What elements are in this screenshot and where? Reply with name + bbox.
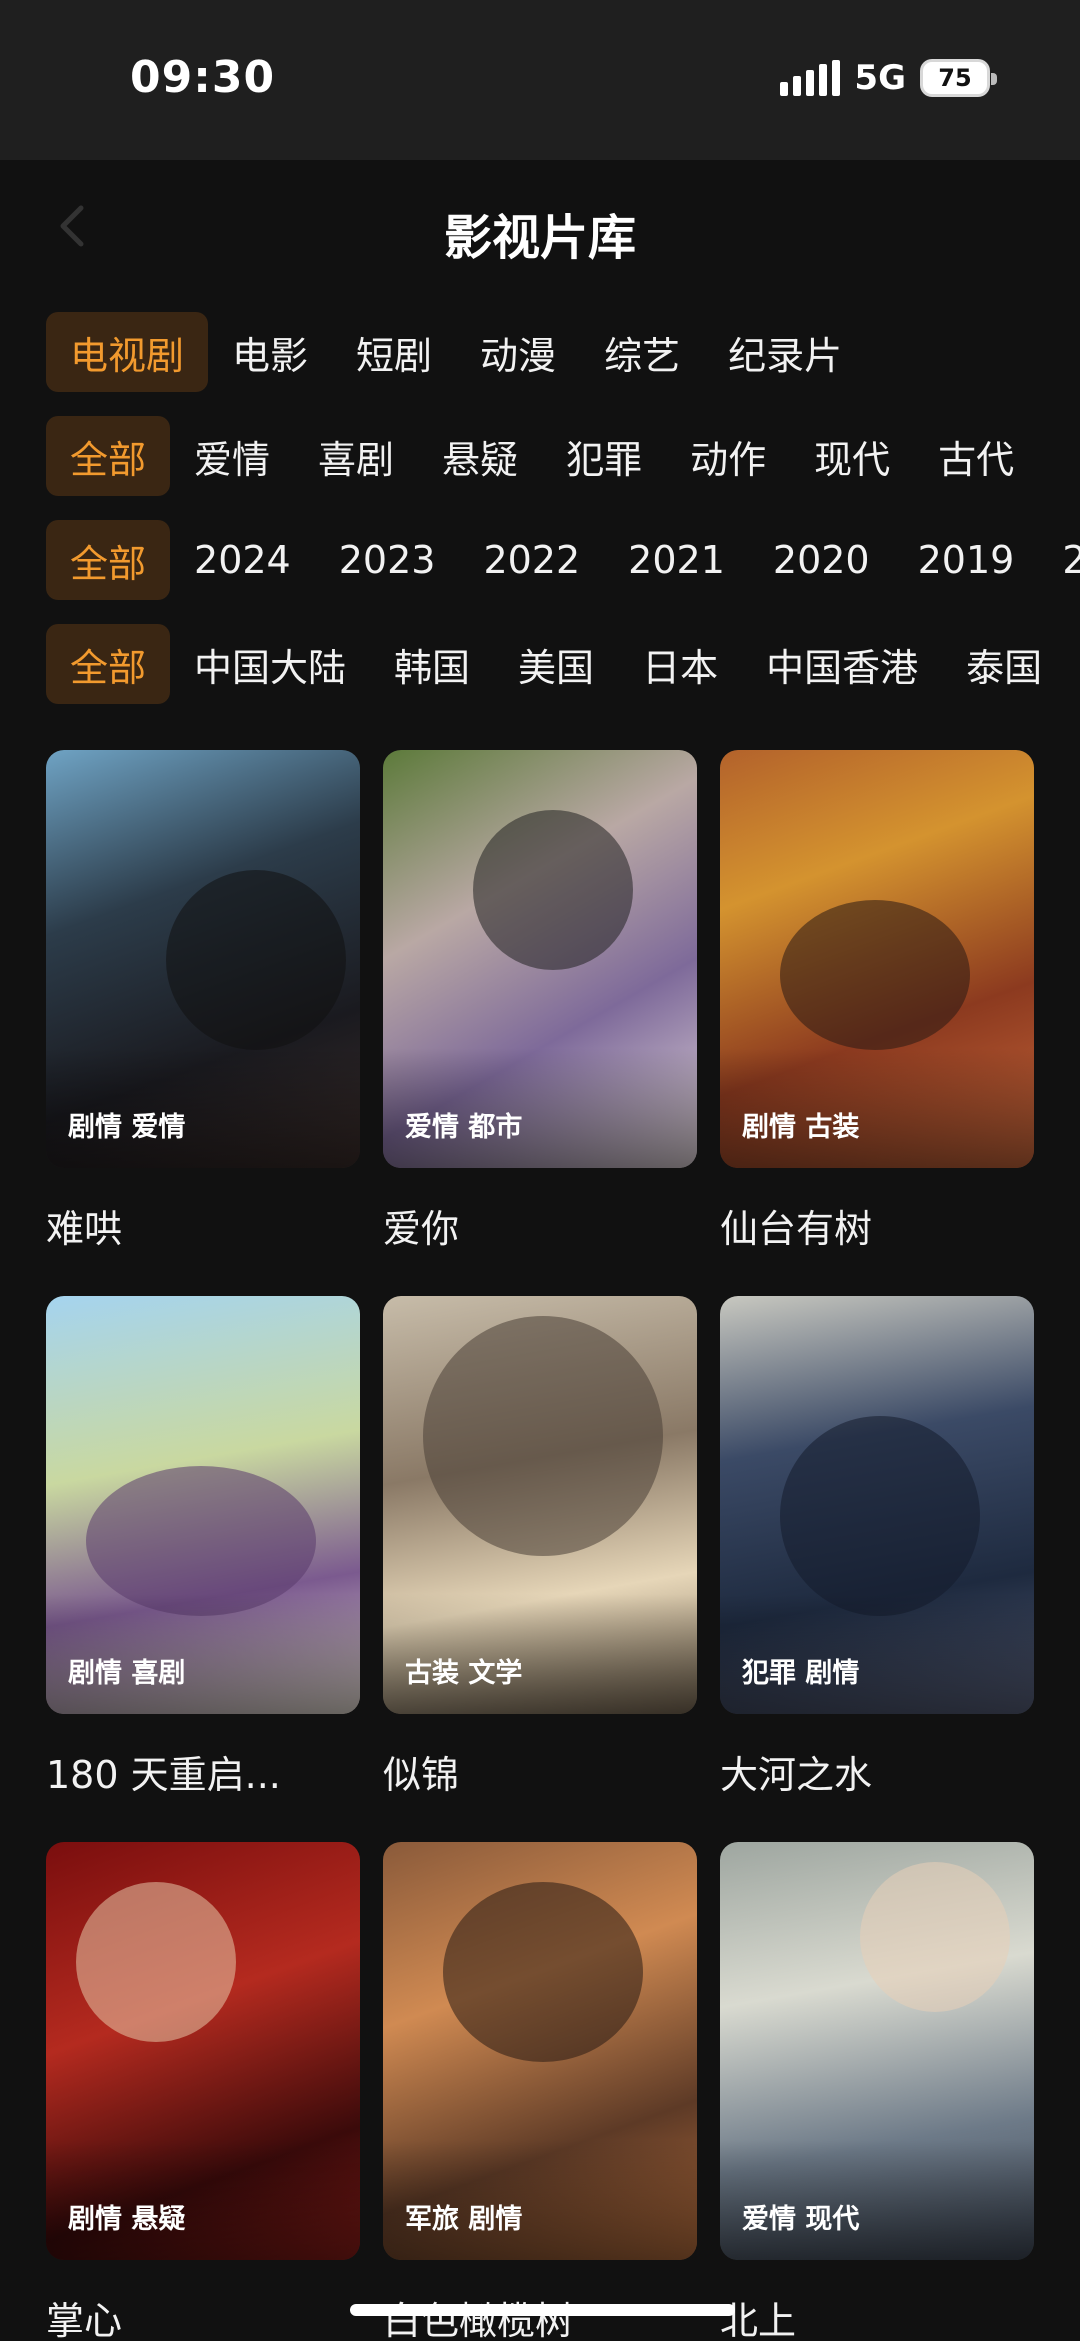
category-chip-tv[interactable]: 电视剧 [46,312,209,392]
show-title[interactable]: 似锦 [383,1744,697,1799]
show-tags: 剧情 悬疑 [68,2204,186,2235]
year-chip[interactable]: 2024 [170,520,315,600]
year-chip[interactable]: 2022 [459,520,604,600]
show-tags: 古装 文学 [405,1658,523,1689]
category-filter: 电视剧 电影 短剧 动漫 综艺 纪录片 [46,312,866,392]
region-chip[interactable]: 美国 [494,624,618,704]
genre-chip[interactable]: 古代 [914,416,1038,496]
show-title[interactable]: 难哄 [46,1198,360,1253]
show-tags: 剧情 古装 [742,1112,860,1143]
status-icons: 5G 75 [780,58,997,98]
genre-chip[interactable]: 悬疑 [418,416,542,496]
genre-chip-all[interactable]: 全部 [46,416,171,496]
year-chip[interactable]: 2021 [604,520,749,600]
show-card[interactable]: 爱情 现代 北上 [720,1842,1034,2341]
category-chip-anime[interactable]: 动漫 [456,312,580,392]
battery-icon: 75 [920,59,997,97]
category-chip-movie[interactable]: 电影 [208,312,332,392]
category-chip-variety[interactable]: 综艺 [580,312,704,392]
genre-chip[interactable]: 动作 [666,416,790,496]
show-card[interactable]: 古装 文学 似锦 [383,1296,697,1799]
show-tags: 爱情 都市 [405,1112,523,1143]
region-chip[interactable]: 中国大陆 [170,624,370,704]
show-poster[interactable]: 剧情 古装 [720,750,1034,1168]
genre-filter: 全部 爱情 喜剧 悬疑 犯罪 动作 现代 古代 [46,416,1038,496]
show-card[interactable]: 军旅 剧情 白色橄榄树 [383,1842,697,2341]
show-card[interactable]: 犯罪 剧情 大河之水 [720,1296,1034,1799]
show-card[interactable]: 剧情 爱情 难哄 [46,750,360,1253]
year-chip[interactable]: 20 [1038,520,1080,600]
region-chip[interactable]: 日本 [618,624,742,704]
battery-level: 75 [938,64,972,92]
show-tags: 剧情 喜剧 [68,1658,186,1689]
genre-chip[interactable]: 现代 [790,416,914,496]
show-tags: 爱情 现代 [742,2204,860,2235]
home-indicator[interactable] [350,2304,735,2316]
status-time: 09:30 [130,52,276,103]
signal-icon [780,60,841,96]
year-chip-all[interactable]: 全部 [46,520,171,600]
show-title[interactable]: 大河之水 [720,1744,1034,1799]
status-bar: 09:30 5G 75 [0,0,1080,160]
show-poster[interactable]: 爱情 现代 [720,1842,1034,2260]
show-poster[interactable]: 剧情 爱情 [46,750,360,1168]
show-poster[interactable]: 剧情 喜剧 [46,1296,360,1714]
page-title: 影视片库 [443,210,636,266]
show-poster[interactable]: 古装 文学 [383,1296,697,1714]
show-tags: 剧情 爱情 [68,1112,186,1143]
show-card[interactable]: 剧情 悬疑 掌心 [46,1842,360,2341]
show-tags: 犯罪 剧情 [742,1658,860,1689]
show-title[interactable]: 北上 [720,2290,1034,2341]
show-poster[interactable]: 爱情 都市 [383,750,697,1168]
show-poster[interactable]: 犯罪 剧情 [720,1296,1034,1714]
year-chip[interactable]: 2019 [894,520,1039,600]
region-chip[interactable]: 泰国 [942,624,1066,704]
region-filter: 全部 中国大陆 韩国 美国 日本 中国香港 泰国 [46,624,1066,704]
year-chip[interactable]: 2020 [749,520,894,600]
show-tags: 军旅 剧情 [405,2204,523,2235]
region-chip-all[interactable]: 全部 [46,624,171,704]
category-chip-short[interactable]: 短剧 [332,312,456,392]
show-title[interactable]: 仙台有树 [720,1198,1034,1253]
region-chip[interactable]: 中国香港 [742,624,942,704]
category-chip-documentary[interactable]: 纪录片 [704,312,866,392]
show-poster[interactable]: 剧情 悬疑 [46,1842,360,2260]
genre-chip[interactable]: 喜剧 [294,416,418,496]
year-chip[interactable]: 2023 [315,520,460,600]
show-poster[interactable]: 军旅 剧情 [383,1842,697,2260]
show-card[interactable]: 剧情 喜剧 180 天重启... [46,1296,360,1799]
show-title[interactable]: 掌心 [46,2290,360,2341]
genre-chip[interactable]: 爱情 [170,416,294,496]
show-card[interactable]: 剧情 古装 仙台有树 [720,750,1034,1253]
show-title[interactable]: 爱你 [383,1198,697,1253]
network-label: 5G [854,58,906,98]
genre-chip[interactable]: 犯罪 [542,416,666,496]
region-chip[interactable]: 韩国 [370,624,494,704]
year-filter: 全部 2024 2023 2022 2021 2020 2019 20 [46,520,1080,600]
show-card[interactable]: 爱情 都市 爱你 [383,750,697,1253]
page-header: 影视片库 [0,160,1080,290]
show-title[interactable]: 180 天重启... [46,1744,360,1799]
